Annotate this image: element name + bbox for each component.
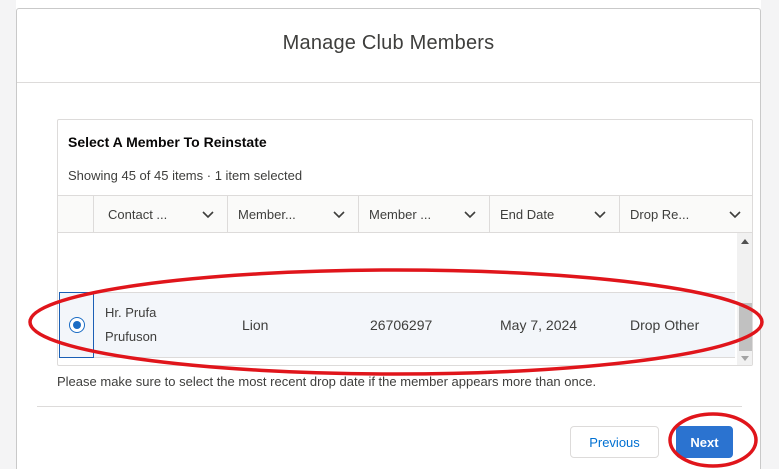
cell-member-type: Lion (242, 317, 269, 333)
column-header-end-date[interactable]: End Date (489, 196, 619, 232)
table-row-selected[interactable]: Hr. Prufa Prufuson Lion 26706297 May 7, … (59, 292, 735, 358)
manage-members-modal: Manage Club Members Select A Member To R… (16, 8, 761, 469)
scrollbar-thumb[interactable] (739, 303, 752, 351)
chevron-down-icon[interactable] (593, 207, 607, 221)
column-header-member-type[interactable]: Member... (227, 196, 358, 232)
column-header-label: End Date (500, 206, 555, 222)
cell-end-date: May 7, 2024 (500, 317, 578, 333)
column-header-label: Contact ... (108, 206, 168, 222)
modal-title: Manage Club Members (282, 32, 495, 54)
cell-contact-first: Hr. Prufa (105, 305, 157, 320)
cell-member-number: 26706297 (370, 317, 433, 333)
previous-button[interactable]: Previous (570, 426, 659, 458)
member-selection-card: Select A Member To Reinstate Showing 45 … (57, 119, 753, 366)
column-header-label: Member ... (369, 206, 432, 222)
chevron-down-icon[interactable] (201, 207, 215, 221)
backdrop-shade-left (0, 0, 16, 469)
column-header-drop-reason[interactable]: Drop Re... (619, 196, 752, 232)
chevron-down-icon[interactable] (728, 207, 742, 221)
cell-contact-last: Prufuson (105, 329, 158, 344)
scroll-down-arrow-icon[interactable] (741, 356, 749, 361)
radio-checked-dot (72, 321, 81, 329)
table-status: Showing 45 of 45 items · 1 item selected (68, 168, 303, 183)
modal-header: Manage Club Members (17, 9, 760, 83)
header-select-column (58, 196, 93, 232)
table-title: Select A Member To Reinstate (68, 134, 267, 150)
row-select-cell[interactable] (59, 292, 94, 358)
scroll-up-arrow-icon[interactable] (741, 239, 749, 244)
column-header-label: Drop Re... (630, 206, 690, 222)
selection-hint: Please make sure to select the most rece… (57, 374, 597, 389)
table-header: Contact ... Member... Member ... End Dat… (58, 195, 752, 233)
table-scrollbar[interactable] (737, 233, 752, 365)
table-body[interactable]: Hr. Prufa Prufuson Lion 26706297 May 7, … (58, 233, 752, 365)
next-button[interactable]: Next (676, 426, 733, 458)
footer-divider (37, 406, 742, 407)
column-header-contact[interactable]: Contact ... (93, 196, 227, 232)
chevron-down-icon[interactable] (332, 207, 346, 221)
column-header-label: Member... (238, 206, 296, 222)
column-header-member-number[interactable]: Member ... (358, 196, 489, 232)
cell-drop-reason: Drop Other (630, 317, 700, 333)
backdrop-shade-right (761, 0, 779, 469)
chevron-down-icon[interactable] (463, 207, 477, 221)
row-select-radio[interactable] (68, 317, 85, 333)
